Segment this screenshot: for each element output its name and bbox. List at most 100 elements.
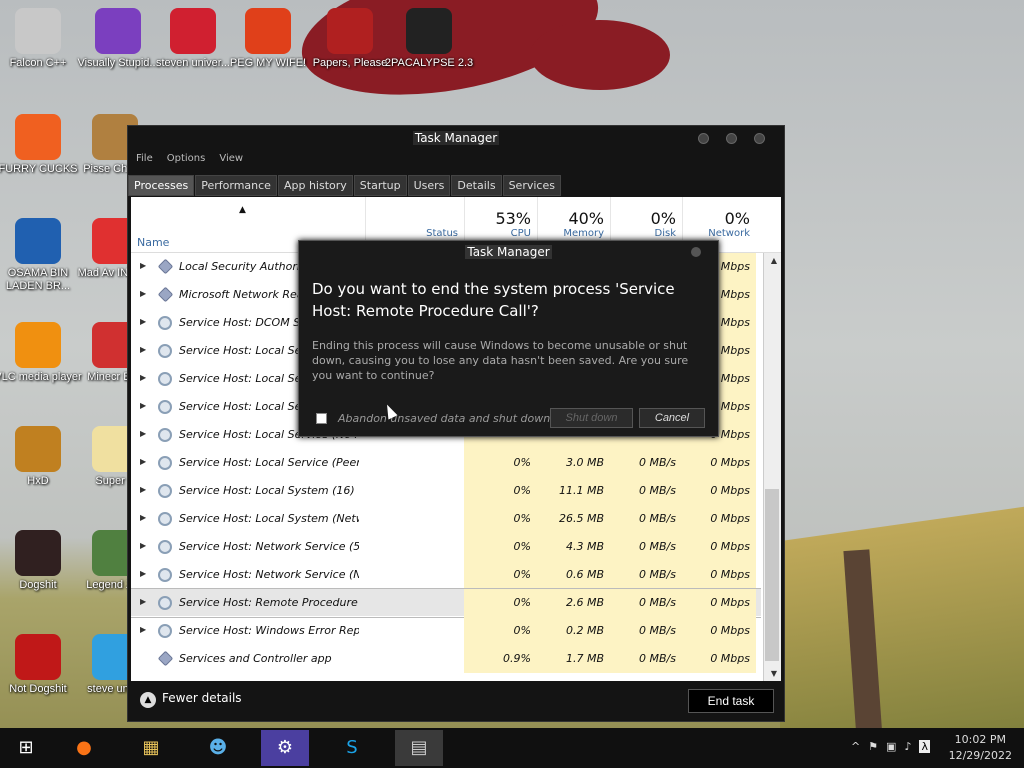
network-cell: 0 Mbps xyxy=(682,533,756,561)
disk-cell: 0 MB/s xyxy=(610,561,682,589)
maximize-button[interactable] xyxy=(726,133,737,144)
tray-expand-icon[interactable]: ^ xyxy=(851,740,860,753)
tab-services[interactable]: Services xyxy=(502,175,561,196)
tab-performance[interactable]: Performance xyxy=(195,175,277,196)
desktop-icon[interactable]: 2PACALYPSE 2.3 xyxy=(384,8,474,70)
expand-arrow-icon[interactable]: ▶ xyxy=(140,625,146,634)
scrollbar-thumb[interactable] xyxy=(765,489,779,661)
people-icon[interactable]: ☻ xyxy=(194,730,242,766)
expand-arrow-icon[interactable]: ▶ xyxy=(140,317,146,326)
settings-icon[interactable]: ⚙ xyxy=(261,730,309,766)
table-row[interactable]: ▶ Service Host: Network Service (N... 0% 0.… xyxy=(131,561,761,589)
expand-arrow-icon[interactable]: ▶ xyxy=(140,569,146,578)
column-status-label: Status xyxy=(426,228,458,239)
expand-arrow-icon[interactable]: ▶ xyxy=(140,513,146,522)
dialog-close-button[interactable] xyxy=(691,247,701,257)
tab-processes[interactable]: Processes xyxy=(128,175,195,196)
minimize-button[interactable] xyxy=(698,133,709,144)
expand-arrow-icon[interactable]: ▶ xyxy=(140,597,146,606)
memory-cell: 0.6 MB xyxy=(537,561,610,589)
input-method-icon[interactable]: λ xyxy=(919,740,930,753)
expand-arrow-icon[interactable]: ▶ xyxy=(140,485,146,494)
table-row[interactable]: ▶ Service Host: Local System (Netw... 0% 26… xyxy=(131,505,761,533)
cancel-button[interactable]: Cancel xyxy=(639,408,705,428)
gear-icon xyxy=(158,624,172,638)
desktop-icon-label: Papers, Please xyxy=(312,57,388,69)
expand-arrow-icon[interactable]: ▶ xyxy=(140,401,146,410)
footer: ▲ Fewer details End task xyxy=(128,681,784,721)
skype-icon[interactable]: S xyxy=(328,730,376,766)
disk-total: 0% xyxy=(650,209,676,228)
table-row[interactable]: ▶ Service Host: Local Service (Peer ... 0%… xyxy=(131,449,761,477)
flag-icon[interactable]: ⚑ xyxy=(868,740,878,753)
expand-arrow-icon[interactable]: ▶ xyxy=(140,541,146,550)
system-tray: ^ ⚑ ▣ ♪ λ xyxy=(851,740,930,753)
expand-arrow-icon[interactable]: ▶ xyxy=(140,457,146,466)
recycle-bin-icon xyxy=(15,8,61,54)
table-row[interactable]: ▶ Service Host: Windows Error Repo... 0% 0.… xyxy=(131,617,761,645)
window-title: Task Manager xyxy=(128,126,784,152)
gear-icon xyxy=(158,400,172,414)
column-header-name[interactable]: Name xyxy=(137,236,169,249)
process-name: Service Host: Windows Error Repo... xyxy=(179,624,359,637)
process-icon xyxy=(157,650,174,667)
tab-users[interactable]: Users xyxy=(407,175,451,196)
cpu-cell: 0.9% xyxy=(464,645,537,673)
sort-up-icon: ▲ xyxy=(239,205,246,215)
firefox-icon[interactable]: ● xyxy=(60,730,108,766)
fewer-details-button[interactable]: ▲ Fewer details xyxy=(140,691,242,708)
abandon-data-checkbox[interactable] xyxy=(316,413,327,424)
menu-file[interactable]: File xyxy=(136,153,153,164)
task-manager-icon[interactable]: ▤ xyxy=(395,730,443,766)
tab-app-history[interactable]: App history xyxy=(277,175,353,196)
disk-cell: 0 MB/s xyxy=(610,533,682,561)
menu-view[interactable]: View xyxy=(219,153,243,164)
abandon-data-label[interactable]: Abandon unsaved data and shut down. xyxy=(338,412,554,425)
desktop-icon[interactable]: PEG MY WIFE! xyxy=(223,8,313,70)
table-row[interactable]: Services and Controller app 0.9% 1.7 MB 0 M… xyxy=(131,645,761,673)
expand-arrow-icon[interactable]: ▶ xyxy=(140,345,146,354)
expand-arrow-icon[interactable]: ▶ xyxy=(140,373,146,382)
column-memory-label: Memory xyxy=(563,228,604,239)
process-name: Service Host: Network Service (5) xyxy=(179,540,359,553)
table-row-selected[interactable]: ▶ Service Host: Remote Procedure C... 0%2.… xyxy=(131,588,761,618)
gear-icon xyxy=(158,596,172,610)
desktop-icon[interactable]: Papers, Please xyxy=(305,8,395,70)
network-total: 0% xyxy=(724,209,750,228)
desktop-icon-label: 2PACALYPSE 2.3 xyxy=(384,57,474,69)
expand-arrow-icon[interactable]: ▶ xyxy=(140,289,146,298)
shut-down-button[interactable]: Shut down xyxy=(550,408,633,428)
tab-details[interactable]: Details xyxy=(451,175,502,196)
cpu-cell: 0% xyxy=(464,617,537,645)
menu-options[interactable]: Options xyxy=(167,153,206,164)
network-cell: 0 Mbps xyxy=(682,617,756,645)
taskbar: ⊞ ● ▦ ☻ ⚙ S ▤ ^ ⚑ ▣ ♪ λ 10:02 PM 12/29/2… xyxy=(0,728,1024,768)
table-row[interactable]: ▶ Service Host: Local System (16) 0% 11.1 M… xyxy=(131,477,761,505)
disk-cell: 0 MB/s xyxy=(610,589,682,617)
table-row[interactable]: ▶ Service Host: Network Service (5) 0% 4.3 … xyxy=(131,533,761,561)
cpu-cell: 0% xyxy=(464,533,537,561)
expand-arrow-icon[interactable]: ▶ xyxy=(140,429,146,438)
scroll-up-icon[interactable]: ▲ xyxy=(771,256,777,265)
tab-startup[interactable]: Startup xyxy=(353,175,407,196)
memory-cell: 1.7 MB xyxy=(537,645,610,673)
expand-arrow-icon[interactable]: ▶ xyxy=(140,261,146,270)
devcpp-icon xyxy=(15,634,61,680)
volume-icon[interactable]: ♪ xyxy=(904,740,911,753)
column-cpu-label: CPU xyxy=(510,228,531,239)
desktop-icon[interactable]: Falcon C++ xyxy=(0,8,83,70)
dialog-title: Task Manager xyxy=(299,241,718,263)
process-icon xyxy=(157,258,174,275)
end-task-button[interactable]: End task xyxy=(688,689,774,713)
vertical-scrollbar[interactable]: ▲ ▼ xyxy=(763,253,781,681)
scroll-down-icon[interactable]: ▼ xyxy=(771,669,777,678)
gear-icon xyxy=(158,568,172,582)
file-explorer-icon[interactable]: ▦ xyxy=(127,730,175,766)
network-cell: 0 Mbps xyxy=(682,645,756,673)
clock[interactable]: 10:02 PM 12/29/2022 xyxy=(949,732,1012,764)
disk-cell: 0 MB/s xyxy=(610,645,682,673)
memory-cell: 2.6 MB xyxy=(537,589,610,617)
close-button[interactable] xyxy=(754,133,765,144)
windows-start-icon[interactable]: ⊞ xyxy=(2,730,50,766)
network-icon[interactable]: ▣ xyxy=(886,740,896,753)
